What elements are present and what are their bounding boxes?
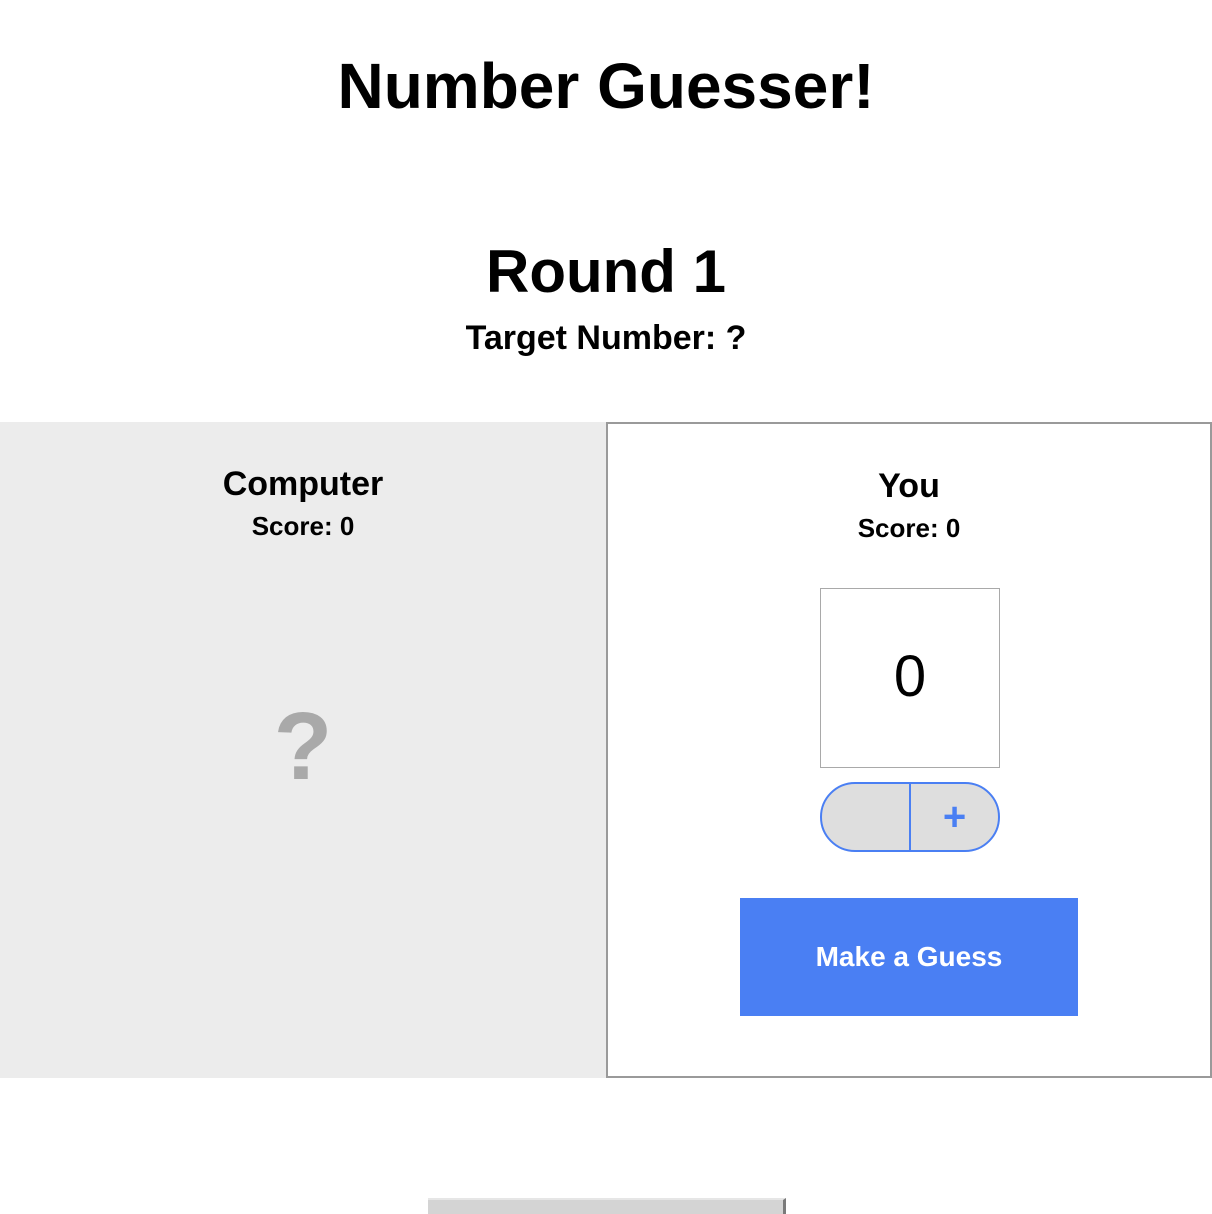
guess-stepper: – + [820, 782, 1000, 852]
number-guesser-page: Number Guesser! Round 1 Target Number: ?… [0, 0, 1212, 1214]
human-name: You [878, 467, 940, 505]
round-title: Round 1 [486, 238, 726, 305]
computer-score: Score: 0 [251, 511, 355, 541]
human-panel: You Score: 0 0 – + Make a Guess [606, 422, 1212, 1078]
computer-guess: ? [273, 693, 333, 800]
app-title: Number Guesser! [337, 50, 875, 122]
computer-name: Computer [222, 465, 384, 503]
human-score: Score: 0 [857, 513, 961, 543]
next-round-button[interactable] [428, 1198, 786, 1214]
decrement-button[interactable]: – [822, 784, 911, 850]
human-guess-display: 0 [820, 588, 1000, 768]
computer-panel: Computer Score: 0 ? [0, 422, 606, 1078]
increment-button[interactable]: + [911, 784, 998, 850]
target-number: Target Number: ? [465, 319, 747, 357]
make-guess-button[interactable]: Make a Guess [740, 898, 1078, 1016]
